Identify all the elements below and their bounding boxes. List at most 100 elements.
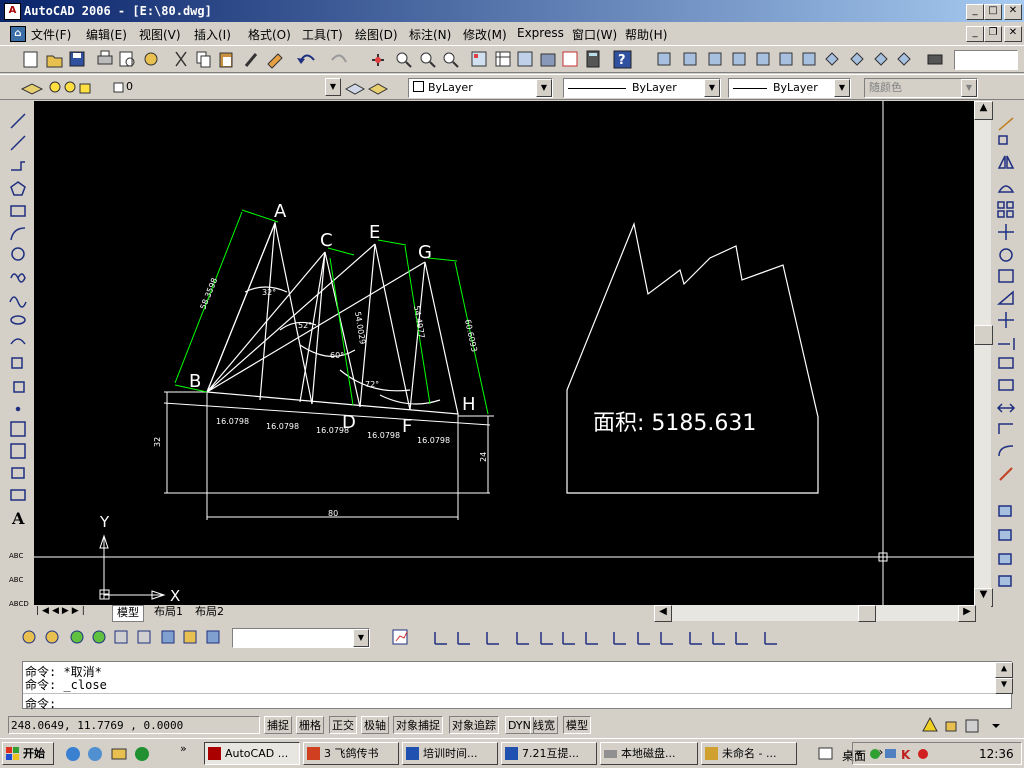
properties-icon[interactable] xyxy=(471,51,487,67)
stretch-icon[interactable] xyxy=(996,290,1014,305)
cmd-scroll-down[interactable]: ▼ xyxy=(995,678,1013,694)
snap-toggle[interactable]: 捕捉 xyxy=(264,716,292,734)
tab-layout2[interactable]: 布局2 xyxy=(191,605,228,620)
lock-icon[interactable] xyxy=(945,721,957,732)
line-icon[interactable] xyxy=(10,113,26,129)
menu-edit[interactable]: 编辑(E) xyxy=(86,26,127,43)
start-button[interactable]: 开始 xyxy=(2,742,54,765)
ortho-toggle[interactable]: 正交 xyxy=(329,716,357,734)
menu-express[interactable]: Express xyxy=(517,26,564,40)
media-player-icon[interactable] xyxy=(135,747,149,761)
menu-modify[interactable]: 修改(M) xyxy=(463,26,507,43)
menu-file[interactable]: 文件(F) xyxy=(31,26,71,43)
break-icon[interactable] xyxy=(998,379,1014,391)
menu-format[interactable]: 格式(O) xyxy=(248,26,291,43)
hatch-icon[interactable] xyxy=(10,421,26,437)
horizontal-scrollbar[interactable]: ◀ ▶ xyxy=(654,605,976,622)
snap-quadrant-icon[interactable] xyxy=(206,630,220,644)
tray-antivirus-icon[interactable]: K xyxy=(901,748,911,762)
hscroll-thumb[interactable] xyxy=(858,605,876,622)
snap-apparent-icon[interactable] xyxy=(137,630,151,644)
calculator-icon[interactable] xyxy=(586,50,600,68)
polyline-icon[interactable] xyxy=(11,161,25,171)
status-menu-arrow-icon[interactable] xyxy=(992,724,1000,728)
tray-security-icon[interactable] xyxy=(918,749,928,759)
new-icon[interactable] xyxy=(23,51,38,68)
scale-icon[interactable] xyxy=(998,269,1014,283)
layer-dropdown[interactable]: 0 ▼ xyxy=(44,78,341,98)
draw-order-icons[interactable] xyxy=(998,505,1012,587)
redo-icon[interactable] xyxy=(331,54,347,63)
tab-model[interactable]: 模型 xyxy=(112,605,144,622)
spline-icon[interactable] xyxy=(9,296,27,308)
menu-tools[interactable]: 工具(T) xyxy=(302,26,343,43)
grid-toggle[interactable]: 栅格 xyxy=(296,716,324,734)
show-desktop-icon[interactable] xyxy=(818,747,833,760)
make-block-icon[interactable] xyxy=(13,381,25,393)
region-icon[interactable] xyxy=(11,467,25,479)
maximize-button[interactable]: □ xyxy=(984,4,1002,20)
task-autocad[interactable]: AutoCAD ... xyxy=(204,742,300,765)
zoom-window-icon[interactable] xyxy=(420,52,436,68)
autocad-icon[interactable]: A xyxy=(4,3,21,20)
menu-window[interactable]: 窗口(W) xyxy=(572,26,617,43)
outlook-icon[interactable] xyxy=(88,747,102,761)
snap-intersection-icon[interactable] xyxy=(114,630,128,644)
folder-icon[interactable] xyxy=(111,748,127,760)
osnap-toggle[interactable]: 对象捕捉 xyxy=(393,716,443,734)
chevron-down-icon[interactable]: ▼ xyxy=(704,79,720,97)
layer-manager-icon[interactable] xyxy=(20,83,44,95)
rectangle-icon[interactable] xyxy=(10,205,26,217)
open-icon[interactable] xyxy=(46,55,63,68)
layer-previous-icon[interactable] xyxy=(367,83,389,95)
chamfer-icon[interactable] xyxy=(998,423,1013,434)
plot-icon[interactable] xyxy=(97,50,113,65)
tray-expand-icon[interactable]: « xyxy=(855,746,862,760)
task-721[interactable]: 7.21互提... xyxy=(501,742,597,765)
menu-help[interactable]: 帮助(H) xyxy=(625,26,667,43)
tool-palettes-icon[interactable] xyxy=(517,51,533,67)
scroll-left-button[interactable]: ◀ xyxy=(654,605,672,622)
design-center-icon[interactable] xyxy=(495,51,511,67)
offset-icon[interactable] xyxy=(997,185,1015,193)
toolbar-blank-dropdown[interactable] xyxy=(954,50,1018,70)
cmd-scroll-up[interactable]: ▲ xyxy=(995,662,1013,678)
menu-dimension[interactable]: 标注(N) xyxy=(409,26,451,43)
task-untitled[interactable]: 未命名 - ... xyxy=(701,742,797,765)
ucs-toolbar-icons[interactable] xyxy=(434,632,777,645)
snap-center-icon[interactable] xyxy=(183,630,197,644)
snap-extension-icon[interactable] xyxy=(161,630,175,644)
linetype-dropdown[interactable]: ByLayer ▼ xyxy=(563,78,721,98)
doc-close-button[interactable]: ✕ xyxy=(1004,26,1022,42)
gradient-icon[interactable] xyxy=(10,443,26,459)
ellipse-arc-icon[interactable] xyxy=(10,338,26,345)
polar-toggle[interactable]: 极轴 xyxy=(361,716,389,734)
undo-icon[interactable] xyxy=(297,54,315,64)
multiline-text-icon[interactable]: A xyxy=(11,509,25,528)
ellipse-icon[interactable] xyxy=(10,315,26,325)
temp-track-icon[interactable] xyxy=(22,630,36,644)
table-icon[interactable] xyxy=(10,489,26,501)
snap-endpoint-icon[interactable] xyxy=(70,630,84,644)
camera-icon[interactable] xyxy=(927,54,943,65)
lineweight-toggle[interactable]: 线宽 xyxy=(530,716,558,734)
preview-icon[interactable] xyxy=(119,51,135,67)
tab-nav-arrows-icon[interactable]: |◀◀▶▶| xyxy=(36,606,88,616)
quicklaunch-more-icon[interactable]: » xyxy=(180,742,187,755)
array-icon[interactable] xyxy=(997,201,1014,218)
make-current-layer-icon[interactable] xyxy=(344,83,366,95)
construction-line-icon[interactable] xyxy=(10,135,26,151)
command-window[interactable]: 命令: *取消* 命令: _close 命令: ▲ ▼ xyxy=(22,661,1013,711)
snap-midpoint-icon[interactable] xyxy=(92,630,106,644)
help-icon[interactable]: ? xyxy=(613,50,632,69)
snap-from-icon[interactable] xyxy=(45,630,59,644)
doc-restore-button[interactable]: ❐ xyxy=(984,26,1002,42)
tray-network-icon[interactable] xyxy=(870,749,880,759)
pan-realtime-icon[interactable] xyxy=(372,54,384,66)
sheet-set-icon[interactable] xyxy=(540,53,556,67)
doc-minimize-button[interactable]: _ xyxy=(966,26,984,42)
color-dropdown[interactable]: ByLayer ▼ xyxy=(408,78,553,98)
scroll-up-button[interactable]: ▲ xyxy=(974,101,993,120)
polygon-icon[interactable] xyxy=(10,181,26,196)
menu-insert[interactable]: 插入(I) xyxy=(194,26,231,43)
